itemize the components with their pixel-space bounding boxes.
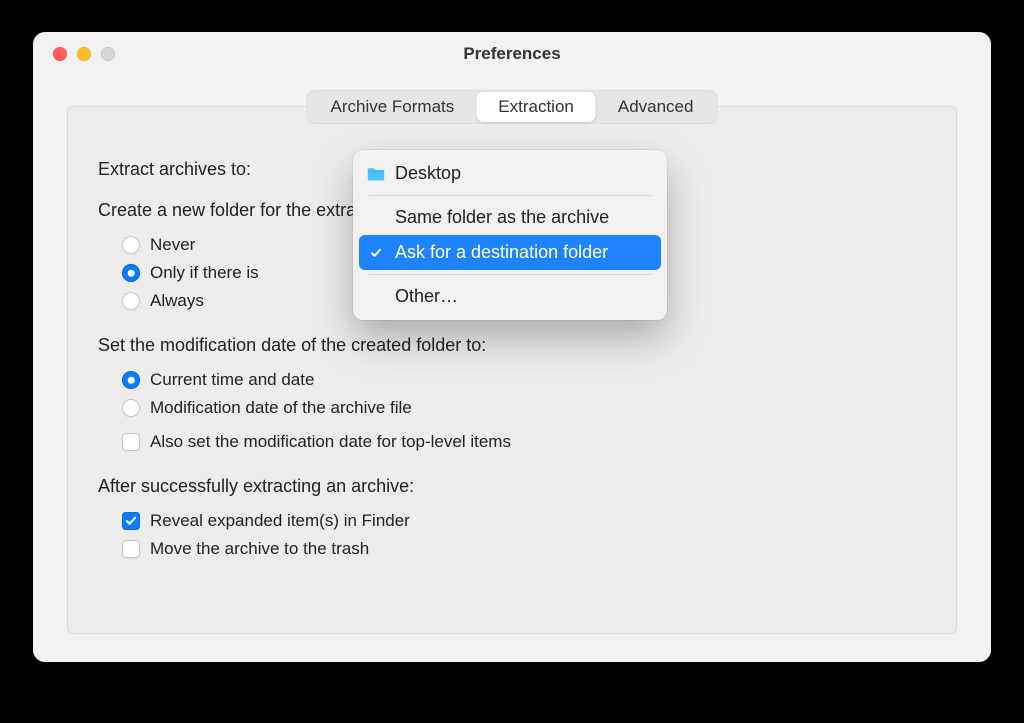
tabs: Archive Formats Extraction Advanced: [307, 90, 718, 124]
radio-icon: [122, 292, 140, 310]
zoom-button[interactable]: [101, 47, 115, 61]
menu-separator: [369, 195, 651, 196]
radio-label: Always: [150, 291, 204, 311]
radio-current-time[interactable]: Current time and date: [122, 366, 926, 394]
folder-icon: [367, 165, 385, 183]
checkbox-icon: [122, 433, 140, 451]
check-reveal-finder[interactable]: Reveal expanded item(s) in Finder: [122, 507, 926, 535]
close-button[interactable]: [53, 47, 67, 61]
menu-item-label: Same folder as the archive: [395, 207, 609, 228]
menu-item-desktop[interactable]: Desktop: [353, 156, 667, 191]
checkbox-icon: [122, 540, 140, 558]
preferences-window: Preferences Archive Formats Extraction A…: [33, 32, 991, 662]
checkbox-icon: [122, 512, 140, 530]
mod-date-label: Set the modification date of the created…: [98, 335, 926, 356]
menu-item-label: Ask for a destination folder: [395, 242, 608, 263]
menu-separator: [369, 274, 651, 275]
extract-to-label: Extract archives to:: [98, 159, 251, 179]
menu-item-label: Other…: [395, 286, 458, 307]
check-label: Also set the modification date for top-l…: [150, 432, 511, 452]
extract-to-dropdown: Desktop Same folder as the archive Ask f…: [353, 150, 667, 320]
radio-label: Only if there is: [150, 263, 259, 283]
minimize-button[interactable]: [77, 47, 91, 61]
radio-archive-date[interactable]: Modification date of the archive file: [122, 394, 926, 422]
window-controls: [33, 47, 115, 61]
menu-item-ask-destination[interactable]: Ask for a destination folder: [359, 235, 661, 270]
menu-item-same-folder[interactable]: Same folder as the archive: [353, 200, 667, 235]
radio-label: Current time and date: [150, 370, 314, 390]
menu-item-other[interactable]: Other…: [353, 279, 667, 314]
after-extract-label: After successfully extracting an archive…: [98, 476, 926, 497]
menu-item-label: Desktop: [395, 163, 461, 184]
check-label: Move the archive to the trash: [150, 539, 369, 559]
check-move-to-trash[interactable]: Move the archive to the trash: [122, 535, 926, 563]
window-title: Preferences: [33, 44, 991, 64]
check-label: Reveal expanded item(s) in Finder: [150, 511, 410, 531]
radio-icon: [122, 399, 140, 417]
radio-label: Modification date of the archive file: [150, 398, 412, 418]
tab-archive-formats[interactable]: Archive Formats: [309, 92, 477, 122]
checkmark-icon: [367, 247, 385, 259]
tab-advanced[interactable]: Advanced: [596, 92, 716, 122]
tab-extraction[interactable]: Extraction: [476, 92, 596, 122]
radio-icon: [122, 236, 140, 254]
check-also-top-level[interactable]: Also set the modification date for top-l…: [122, 428, 926, 456]
radio-icon: [122, 264, 140, 282]
radio-icon: [122, 371, 140, 389]
titlebar: Preferences: [33, 32, 991, 76]
radio-label: Never: [150, 235, 195, 255]
